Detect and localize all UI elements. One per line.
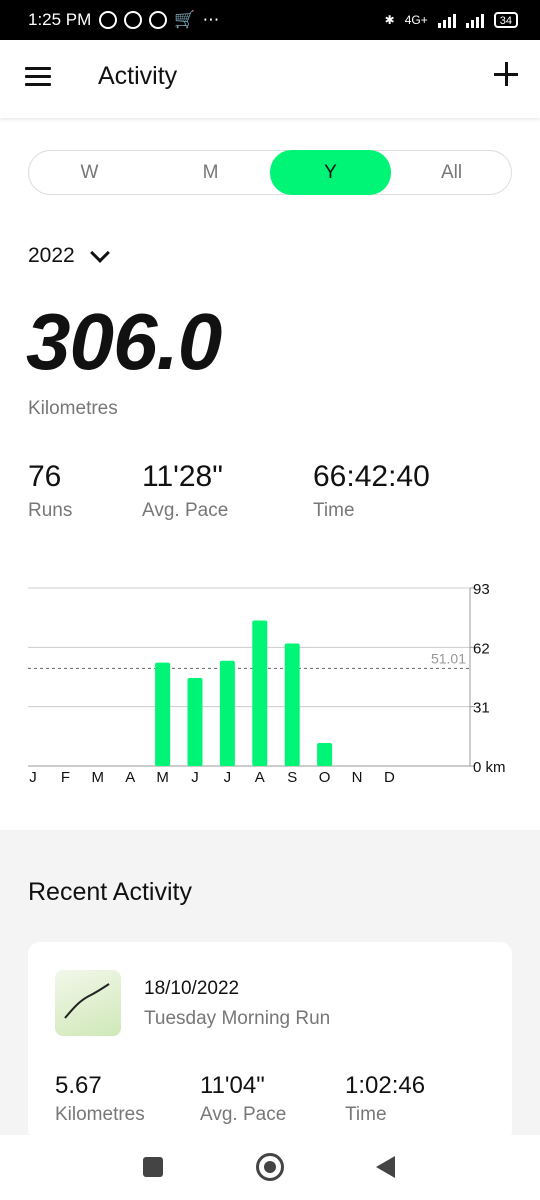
recent-activity-section: Recent Activity 18/10/2022 Tuesday Morni… [0, 830, 540, 1142]
tab-week[interactable]: W [29, 151, 150, 194]
x-tick-label: J [224, 769, 232, 786]
x-tick-label: S [287, 769, 297, 786]
system-nav-bar [0, 1135, 540, 1200]
activity-time-value: 1:02:46 [345, 1072, 426, 1099]
time-label: Time [313, 500, 355, 521]
x-tick-label: D [384, 769, 395, 786]
activity-pace-label: Avg. Pace [200, 1104, 287, 1125]
x-tick-label: A [125, 769, 135, 786]
pace-stat: 11'28" Avg. Pace [142, 460, 228, 522]
year-label: 2022 [28, 244, 75, 267]
runs-label: Runs [28, 500, 73, 521]
app-bar: Activity [0, 40, 540, 118]
time-value: 66:42:40 [313, 460, 430, 493]
x-tick-label: O [319, 769, 331, 786]
x-tick-label: M [92, 769, 105, 786]
activity-pace: 11'04" Avg. Pace [200, 1072, 286, 1126]
bar-8 [252, 620, 268, 766]
x-tick-label: A [255, 769, 265, 786]
bar-6 [187, 677, 203, 766]
y-tick-label: 62 [473, 640, 490, 657]
plus-icon[interactable] [494, 62, 518, 86]
app-notification-icon-2 [149, 11, 168, 29]
bar-5 [155, 662, 171, 766]
average-label: 51.01 [431, 650, 466, 666]
activity-distance-value: 5.67 [55, 1072, 102, 1099]
period-selector: W M Y All [28, 150, 512, 195]
activity-pace-value: 11'04" [200, 1072, 265, 1099]
runs-stat: 76 Runs [28, 460, 72, 522]
x-tick-label: F [61, 769, 70, 786]
route-thumbnail [55, 970, 121, 1036]
x-tick-label: N [352, 769, 363, 786]
home-button[interactable] [256, 1153, 284, 1181]
cart-icon: 🛒 [174, 10, 196, 29]
y-tick-label: 93 [473, 581, 490, 598]
runs-value: 76 [28, 460, 62, 493]
tab-year[interactable]: Y [270, 150, 391, 195]
recents-button[interactable] [143, 1157, 163, 1177]
activity-name: Tuesday Morning Run [144, 1008, 331, 1029]
activity-time: 1:02:46 Time [345, 1072, 425, 1126]
y-tick-label: 31 [473, 700, 490, 717]
activity-time-label: Time [345, 1104, 387, 1125]
activity-distance-label: Kilometres [55, 1104, 145, 1125]
bluetooth-icon: ✱ [384, 13, 395, 27]
recent-activity-heading: Recent Activity [28, 878, 192, 906]
status-time: 1:25 PM [28, 10, 92, 29]
page-title: Activity [98, 62, 178, 90]
year-dropdown[interactable]: 2022 [28, 243, 110, 268]
chevron-down-icon [89, 243, 110, 263]
signal-icon [437, 12, 456, 28]
more-notifications-icon: ⋯ [202, 10, 220, 29]
bar-10 [317, 743, 333, 766]
time-stat: 66:42:40 Time [313, 460, 430, 522]
total-distance: 306.0 [26, 297, 222, 386]
route-line-icon [64, 983, 110, 1019]
tab-all[interactable]: All [391, 151, 512, 194]
activity-date: 18/10/2022 [144, 978, 240, 999]
hamburger-menu-icon[interactable] [25, 67, 51, 87]
pace-value: 11'28" [142, 460, 223, 493]
x-tick-label: J [29, 769, 37, 786]
signal-icon-2 [465, 12, 484, 28]
battery-icon: 34 [493, 12, 518, 28]
alarm-icon [99, 11, 118, 29]
y-tick-label: 0 km [473, 759, 506, 776]
network-type: 4G+ [404, 13, 428, 27]
x-tick-label: J [191, 769, 199, 786]
bar-7 [219, 660, 235, 766]
activity-card[interactable]: 18/10/2022 Tuesday Morning Run 5.67 Kilo… [28, 942, 512, 1142]
pace-label: Avg. Pace [142, 500, 229, 521]
status-bar: 1:25 PM 🛒 ⋯ ✱ 4G+ 34 [0, 0, 540, 40]
bar-9 [284, 643, 300, 766]
distance-unit: Kilometres [28, 398, 118, 419]
back-button[interactable] [376, 1156, 395, 1178]
app-notification-icon [124, 11, 143, 29]
notification-icons: 🛒 ⋯ [99, 10, 219, 30]
monthly-distance-chart: 93 62 31 0 km 51.01 J F M A M J J A S O N D [28, 581, 506, 786]
x-tick-label: M [156, 769, 169, 786]
tab-month[interactable]: M [150, 151, 271, 194]
activity-distance: 5.67 Kilometres [55, 1072, 145, 1126]
